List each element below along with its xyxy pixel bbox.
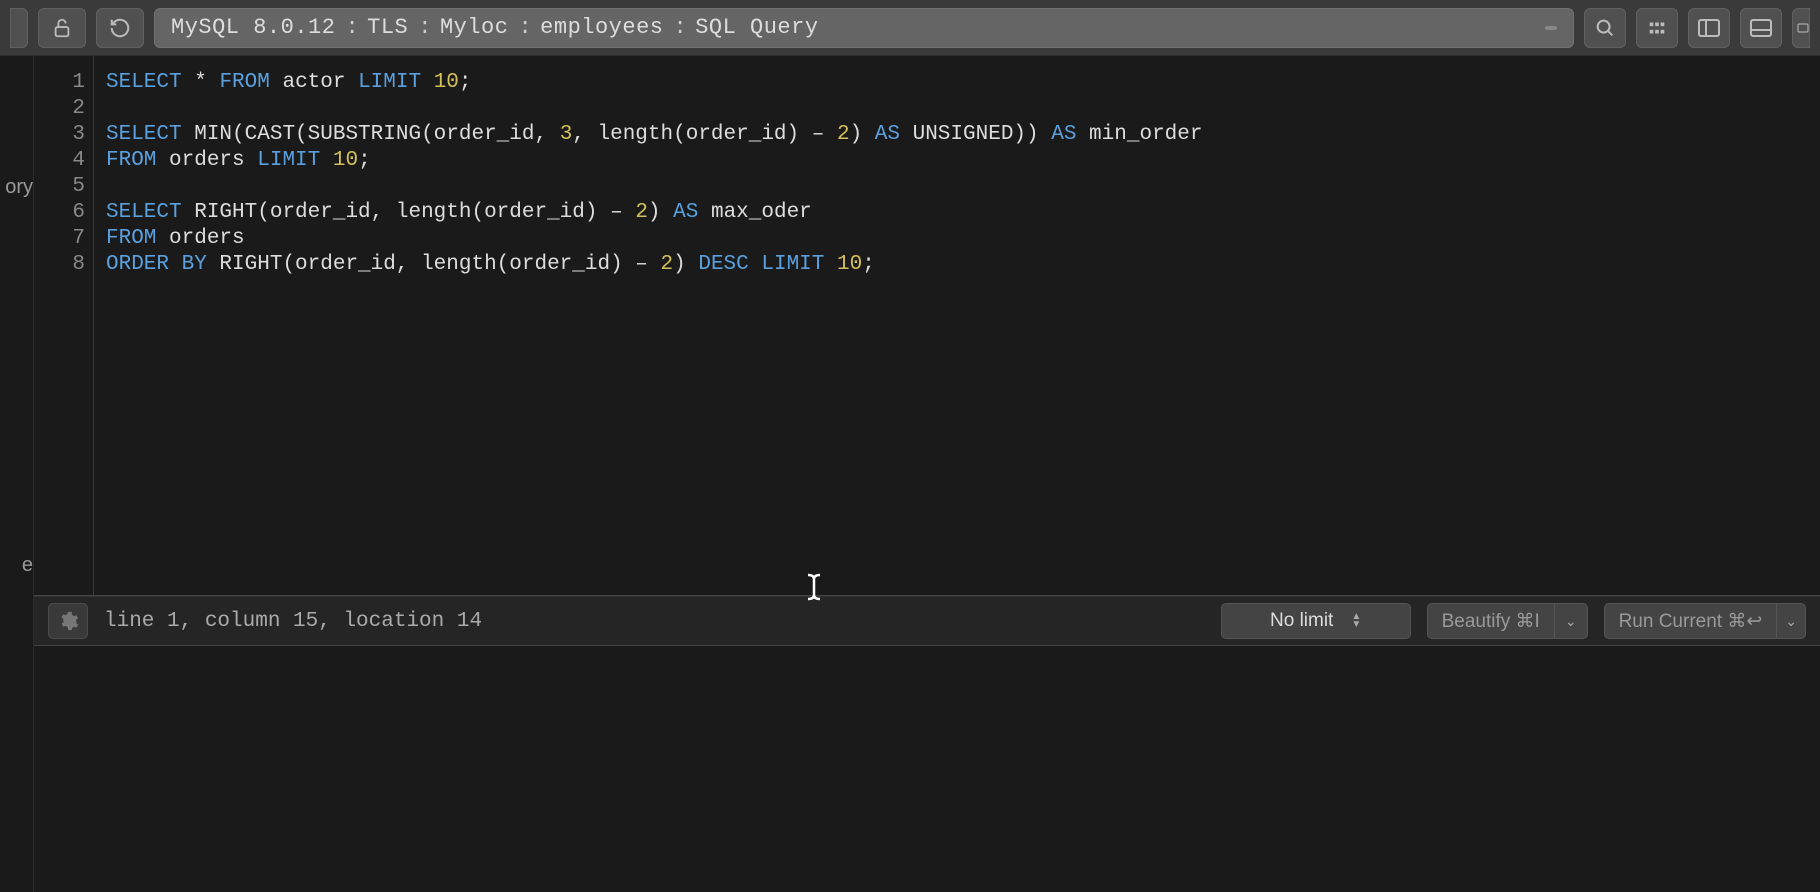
text-cursor-icon <box>806 521 837 627</box>
sidebar-label-partial-2: e <box>22 554 33 577</box>
results-panel <box>34 646 1820 892</box>
schema-label: employees <box>540 15 663 40</box>
tls-label: TLS <box>367 15 408 40</box>
stepper-icon: ▲▼ <box>1351 613 1361 629</box>
bottom-panel-icon <box>1749 18 1773 38</box>
run-menu-button-partial[interactable]: ⌄ <box>1777 603 1806 639</box>
beautify-button[interactable]: Beautify ⌘I <box>1427 603 1555 639</box>
panel-icon <box>1797 18 1809 38</box>
lock-button[interactable] <box>38 8 86 48</box>
sidebar-icon <box>1697 18 1721 38</box>
back-button-partial[interactable] <box>10 8 28 48</box>
cursor-position: line 1, column 15, location 14 <box>104 610 482 633</box>
line-number-gutter: 1 2 3 4 5 6 7 8 <box>34 56 94 595</box>
row-limit-select[interactable]: No limit ▲▼ <box>1221 603 1411 639</box>
editor-status-bar: line 1, column 15, location 14 No limit … <box>34 596 1820 646</box>
lock-open-icon <box>51 17 73 39</box>
refresh-button[interactable] <box>96 8 144 48</box>
mode-label: SQL Query <box>695 15 818 40</box>
db-version: MySQL 8.0.12 <box>171 15 335 40</box>
right-panel-toggle-button-partial[interactable] <box>1792 8 1810 48</box>
code-content[interactable]: SELECT * FROM actor LIMIT 10; SELECT MIN… <box>94 56 1820 595</box>
grid-button[interactable] <box>1636 8 1678 48</box>
grid-icon <box>1646 17 1668 39</box>
beautify-label: Beautify ⌘I <box>1442 610 1540 633</box>
sidebar-label-partial: ory <box>5 176 33 199</box>
settings-button[interactable] <box>48 603 88 639</box>
run-current-button[interactable]: Run Current ⌘↩ <box>1604 603 1778 639</box>
gear-icon <box>57 610 79 632</box>
sidebar-toggle-button[interactable] <box>1688 8 1730 48</box>
main-content: ory e 1 2 3 4 5 6 7 8 SELECT * FROM acto… <box>0 56 1820 892</box>
search-button[interactable] <box>1584 8 1626 48</box>
editor-column: 1 2 3 4 5 6 7 8 SELECT * FROM actor LIMI… <box>34 56 1820 892</box>
bottom-panel-toggle-button[interactable] <box>1740 8 1782 48</box>
chevron-down-icon: ⌄ <box>1785 613 1797 630</box>
connection-breadcrumb[interactable]: MySQL 8.0.12 : TLS : Myloc : employees :… <box>154 8 1574 48</box>
chevron-down-icon: ⌄ <box>1565 613 1577 630</box>
run-label: Run Current ⌘↩ <box>1619 610 1763 633</box>
badge-icon <box>1545 26 1557 30</box>
left-sidebar-partial: ory e <box>0 56 34 892</box>
search-icon <box>1594 17 1616 39</box>
refresh-icon <box>109 17 131 39</box>
row-limit-label: No limit <box>1270 610 1333 632</box>
sql-editor[interactable]: 1 2 3 4 5 6 7 8 SELECT * FROM actor LIMI… <box>34 56 1820 596</box>
location-label: Myloc <box>440 15 509 40</box>
beautify-menu-button[interactable]: ⌄ <box>1555 603 1588 639</box>
top-toolbar: MySQL 8.0.12 : TLS : Myloc : employees :… <box>0 0 1820 56</box>
